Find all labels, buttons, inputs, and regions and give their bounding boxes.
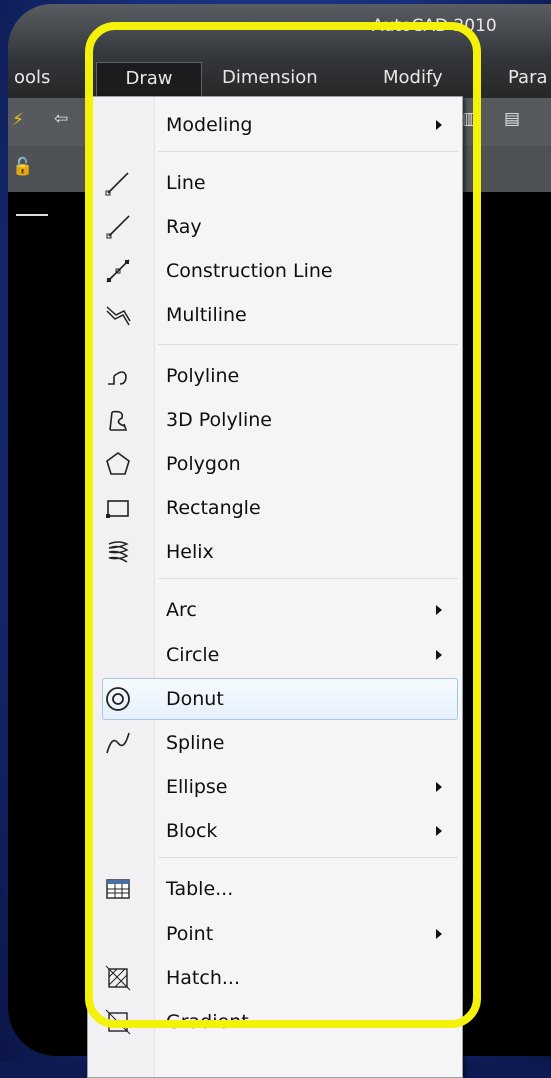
menu-item-label: Polyline	[166, 365, 240, 387]
menu-item-3d-polyline[interactable]: 3D Polyline	[88, 398, 462, 442]
layer-lock-icon[interactable]: 🔓	[12, 157, 33, 177]
menu-item-label: Hatch...	[166, 967, 240, 989]
draw-menu: Modeling Line Ray Construction Line Multilin…	[87, 96, 463, 1078]
menu-item-label: Construction Line	[166, 260, 333, 282]
multiline-icon	[106, 306, 131, 326]
menu-item-block[interactable]: Block	[88, 809, 462, 853]
menu-item-label: Rectangle	[166, 497, 261, 519]
submenu-arrow-icon	[436, 650, 442, 660]
menu-separator	[158, 151, 458, 152]
menu-item-donut[interactable]: Donut	[88, 677, 462, 721]
presentation-background: AutoCAD 2010 ools Draw Dimension Modify …	[0, 0, 551, 1078]
menu-item-label: Circle	[166, 644, 220, 666]
donut-icon	[106, 687, 130, 711]
toolbar-grid-icon[interactable]: ▥	[462, 109, 478, 129]
menu-item-label: Ellipse	[166, 776, 228, 798]
submenu-arrow-icon	[436, 782, 442, 792]
menu-item-label: Ray	[166, 216, 202, 238]
menu-parametric[interactable]: Para	[508, 64, 548, 92]
menu-item-label: Multiline	[166, 304, 247, 326]
menu-separator	[158, 578, 458, 579]
menu-item-gradient[interactable]: Gradient...	[88, 1000, 462, 1044]
menu-item-modeling[interactable]: Modeling	[88, 103, 462, 147]
menu-item-polygon[interactable]: Polygon	[88, 442, 462, 486]
submenu-arrow-icon	[436, 929, 442, 939]
menu-dimension[interactable]: Dimension	[222, 64, 318, 92]
3d-polyline-icon	[109, 410, 128, 431]
menu-bar: ools Draw Dimension Modify Para	[8, 56, 551, 99]
menu-item-table[interactable]: Table...	[88, 867, 462, 911]
construction-line-icon	[106, 259, 130, 283]
polyline-icon	[108, 371, 127, 385]
menu-tools[interactable]: ools	[14, 64, 50, 92]
menu-item-label: Line	[166, 172, 206, 194]
crosshair-cursor	[16, 214, 48, 216]
menu-item-label: Modeling	[166, 114, 253, 136]
menu-item-polyline[interactable]: Polyline	[88, 354, 462, 398]
submenu-arrow-icon	[436, 605, 442, 615]
menu-modify[interactable]: Modify	[383, 64, 443, 92]
menu-item-ray[interactable]: Ray	[88, 205, 462, 249]
menu-item-label: Arc	[166, 599, 197, 621]
spline-icon	[106, 732, 130, 754]
menu-item-arc[interactable]: Arc	[88, 588, 462, 632]
menu-item-label: Point	[166, 923, 214, 945]
menu-item-spline[interactable]: Spline	[88, 721, 462, 765]
title-bar: AutoCAD 2010	[8, 4, 551, 56]
gradient-icon	[105, 1009, 131, 1035]
helix-icon	[108, 541, 129, 563]
menu-item-label: Donut	[166, 688, 224, 710]
hatch-icon	[105, 965, 131, 991]
menu-item-hatch[interactable]: Hatch...	[88, 956, 462, 1000]
menu-item-construction-line[interactable]: Construction Line	[88, 249, 462, 293]
menu-item-helix[interactable]: Helix	[88, 530, 462, 574]
menu-item-label: Block	[166, 820, 218, 842]
menu-item-label: Helix	[166, 541, 214, 563]
menu-item-label: Spline	[166, 732, 225, 754]
menu-item-circle[interactable]: Circle	[88, 633, 462, 677]
hover-highlight	[102, 678, 458, 720]
menu-item-label: Polygon	[166, 453, 241, 475]
menu-separator	[158, 344, 458, 345]
menu-item-label: 3D Polyline	[166, 409, 272, 431]
app-title: AutoCAD 2010	[372, 16, 497, 36]
submenu-arrow-icon	[436, 826, 442, 836]
toolbar-sheet-icon[interactable]: ▤	[504, 109, 520, 129]
polygon-icon	[106, 452, 130, 475]
menu-draw[interactable]: Draw	[96, 62, 202, 99]
table-icon	[106, 879, 130, 899]
menu-item-rectangle[interactable]: Rectangle	[88, 486, 462, 530]
rectangle-icon	[106, 500, 129, 518]
submenu-arrow-icon	[436, 120, 442, 130]
menu-item-point[interactable]: Point	[88, 912, 462, 956]
match-properties-icon[interactable]: ⚡	[12, 110, 24, 130]
menu-item-label: Table...	[166, 878, 234, 900]
undo-icon[interactable]: ⇦	[54, 109, 68, 129]
line-icon	[105, 172, 129, 196]
menu-item-ellipse[interactable]: Ellipse	[88, 765, 462, 809]
menu-item-multiline[interactable]: Multiline	[88, 293, 462, 337]
menu-separator	[158, 857, 458, 858]
menu-item-line[interactable]: Line	[88, 161, 462, 205]
ray-icon	[106, 215, 130, 239]
menu-item-label: Gradient...	[166, 1011, 267, 1033]
